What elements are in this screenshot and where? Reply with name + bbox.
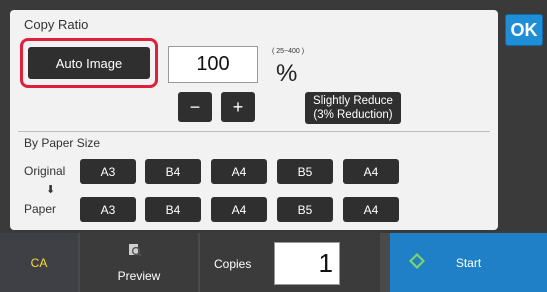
panel-title: Copy Ratio (24, 17, 89, 32)
copy-ratio-screen: Copy Ratio Auto Image 100 ( 25~400 ) % −… (0, 0, 547, 292)
copies-label: Copies (214, 257, 252, 271)
paper-label: Paper (24, 202, 57, 216)
paper-size-a4[interactable]: A4 (211, 197, 267, 222)
original-size-a4[interactable]: A4 (211, 159, 267, 184)
preview-button[interactable]: Preview (80, 233, 198, 292)
percent-symbol: % (276, 60, 298, 87)
preview-label: Preview (117, 269, 161, 283)
decrease-ratio-button[interactable]: − (178, 92, 212, 122)
paper-size-b5[interactable]: B5 (277, 197, 333, 222)
paper-size-b4[interactable]: B4 (145, 197, 201, 222)
slightly-reduce-button[interactable]: Slightly Reduce (3% Reduction) (305, 92, 401, 124)
by-paper-size-label: By Paper Size (24, 136, 101, 150)
slightly-reduce-sublabel: (3% Reduction) (313, 109, 393, 121)
copy-ratio-panel: Copy Ratio Auto Image 100 ( 25~400 ) % −… (10, 10, 498, 230)
paper-size-a4-alt[interactable]: A4 (343, 197, 399, 222)
magnifier-icon (128, 243, 142, 262)
ok-button[interactable]: OK (505, 14, 543, 46)
original-size-b4[interactable]: B4 (145, 159, 201, 184)
original-size-a4-alt[interactable]: A4 (343, 159, 399, 184)
increase-ratio-button[interactable]: + (221, 92, 255, 122)
original-size-b5[interactable]: B5 (277, 159, 333, 184)
down-arrow-icon: ⬇ (46, 184, 56, 196)
ratio-range-hint: ( 25~400 ) (272, 48, 305, 55)
ratio-input[interactable]: 100 (168, 46, 258, 83)
auto-image-button[interactable]: Auto Image (28, 47, 150, 79)
copies-panel: Copies 1 (200, 233, 380, 292)
auto-image-highlight: Auto Image (20, 38, 158, 88)
original-label: Original (24, 164, 66, 178)
diamond-icon (408, 252, 426, 270)
bottom-bar: CA Preview Copies 1 Start (0, 233, 547, 292)
copies-input[interactable]: 1 (274, 242, 340, 285)
start-button[interactable]: Start (390, 233, 547, 292)
section-divider (18, 131, 490, 132)
original-size-a3[interactable]: A3 (80, 159, 136, 184)
slightly-reduce-label: Slightly Reduce (313, 95, 393, 107)
paper-size-a3[interactable]: A3 (80, 197, 136, 222)
start-label: Start (455, 255, 482, 270)
clear-all-button[interactable]: CA (0, 233, 78, 292)
